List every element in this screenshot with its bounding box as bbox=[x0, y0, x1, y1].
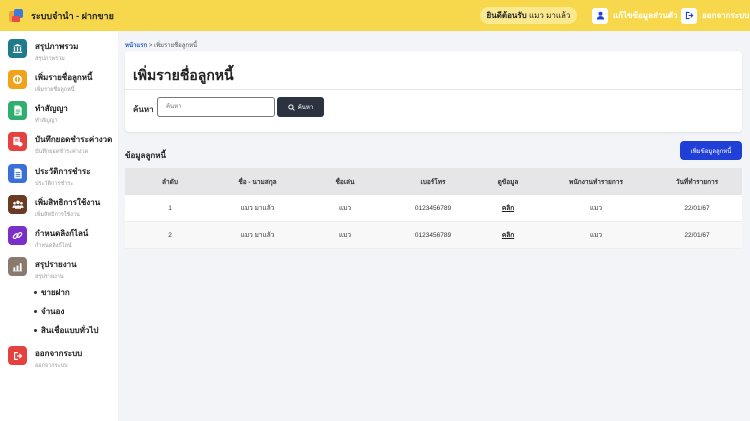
sidebar-item-payment-history[interactable]: ประวัติการชำระ ประวัติการชำระ bbox=[8, 164, 91, 188]
column-header: ลำดับ bbox=[162, 178, 178, 186]
sidebar-item-sublabel: สรุปภาพรวม bbox=[35, 56, 65, 62]
search-input[interactable] bbox=[157, 97, 275, 117]
search-icon bbox=[288, 103, 295, 111]
sidebar-item-sublabel: เพิ่มรายชื่อลูกหนี้ bbox=[35, 87, 75, 93]
table-cell: 0123456789 bbox=[414, 204, 452, 212]
sidebar-item-line-link[interactable]: กำหนดลิงก์ไลน์ กำหนดลิงก์ไลน์ bbox=[8, 226, 88, 250]
sidebar-subitem-general-loan[interactable]: สินเชื่อแบบทั่วไป bbox=[34, 324, 99, 337]
column-header: เบอร์โทร bbox=[420, 178, 446, 186]
sidebar-item-label: ทำสัญญา bbox=[35, 104, 68, 113]
sidebar-item-sublabel: กำหนดลิงก์ไลน์ bbox=[35, 243, 72, 249]
welcome-badge: ยินดีต้อนรับ แมว มาแล้ว bbox=[480, 7, 577, 24]
sidebar-item-contract[interactable]: ทำสัญญา ทำสัญญา bbox=[8, 101, 68, 125]
table-cell: คลิก bbox=[476, 230, 540, 240]
view-details-link[interactable]: คลิก bbox=[502, 205, 514, 212]
breadcrumb: หน้าแรก > เพิ่มรายชื่อลูกหนี้ bbox=[125, 40, 197, 50]
welcome-user: แมว มาแล้ว bbox=[528, 11, 571, 20]
search-label: ค้นหา bbox=[133, 105, 154, 114]
table-header: ลำดับ ชื่อ - นามสกุล ชื่อเล่น เบอร์โทร ด… bbox=[125, 168, 742, 195]
history-icon bbox=[8, 164, 27, 183]
edit-profile-button[interactable]: แก้ไขข้อมูลส่วนตัว bbox=[592, 7, 677, 24]
document-icon bbox=[8, 101, 27, 120]
welcome-prefix: ยินดีต้อนรับ bbox=[486, 11, 527, 20]
sidebar-item-report[interactable]: สรุปรายงาน สรุปรายงาน bbox=[8, 257, 77, 281]
sidebar-item-sublabel: ทำสัญญา bbox=[35, 118, 58, 124]
column-header: พนักงานทำรายการ bbox=[569, 178, 623, 186]
logout-icon bbox=[8, 346, 27, 365]
logout-icon bbox=[681, 7, 697, 24]
sidebar-item-sublabel: เพิ่มสิทธิการใช้งาน bbox=[35, 212, 80, 218]
edit-profile-label: แก้ไขข้อมูลส่วนตัว bbox=[613, 11, 678, 20]
sidebar-item-label: บันทึกยอดชำระค่างวด bbox=[35, 135, 113, 144]
column-header: วันที่ทำรายการ bbox=[675, 178, 719, 186]
breadcrumb-separator: > bbox=[148, 43, 153, 49]
table-cell: แมว bbox=[338, 232, 352, 239]
logout-top-label: ออกจากระบบ bbox=[702, 11, 750, 20]
app-title: ระบบจำนำ - ฝากขาย bbox=[31, 10, 114, 21]
logout-top-button[interactable]: ออกจากระบบ bbox=[681, 7, 749, 24]
sidebar-item-label: ออกจากระบบ bbox=[35, 349, 83, 358]
section-title: ข้อมูลลูกหนี้ bbox=[125, 151, 166, 160]
sidebar-item-overview[interactable]: สรุปภาพรวม สรุปภาพรวม bbox=[8, 39, 78, 63]
coin-icon bbox=[8, 70, 27, 89]
sidebar-item-sublabel: ออกจากระบบ bbox=[35, 363, 68, 369]
column-header: ชื่อ - นามสกุล bbox=[238, 178, 277, 186]
table-cell: 0123456789 bbox=[414, 231, 452, 239]
breadcrumb-home-link[interactable]: หน้าแรก bbox=[125, 43, 147, 49]
table-cell: 22/01/67 bbox=[684, 204, 710, 212]
table-cell: 2 bbox=[168, 231, 172, 239]
sidebar-item-logout[interactable]: ออกจากระบบ ออกจากระบบ bbox=[8, 346, 82, 370]
column-header: ชื่อเล่น bbox=[335, 178, 355, 186]
sidebar-item-sublabel: บันทึกยอดชำระค่างวด bbox=[35, 149, 89, 155]
sidebar-item-label: ประวัติการชำระ bbox=[35, 167, 91, 176]
user-icon bbox=[592, 7, 608, 24]
sidebar-item-label: สรุปรายงาน bbox=[35, 260, 77, 269]
divider bbox=[125, 89, 742, 90]
sidebar-subitem-consignment[interactable]: ขายฝาก bbox=[34, 286, 70, 299]
table-cell: แมว bbox=[589, 232, 603, 239]
payment-icon bbox=[8, 132, 27, 151]
chart-icon bbox=[8, 257, 27, 276]
view-details-link[interactable]: คลิก bbox=[502, 232, 514, 239]
users-icon bbox=[8, 195, 27, 214]
add-debtor-button[interactable]: เพิ่มข้อมูลลูกหนี้ bbox=[680, 141, 742, 160]
column-header: ดูข้อมูล bbox=[497, 178, 519, 186]
table-cell: แมว มาแล้ว bbox=[240, 205, 275, 212]
sidebar-item-record-payment[interactable]: บันทึกยอดชำระค่างวด บันทึกยอดชำระค่างวด bbox=[8, 132, 112, 156]
sidebar-item-label: กำหนดลิงก์ไลน์ bbox=[35, 229, 89, 238]
table-row: 2 แมว มาแล้ว แมว 0123456789 คลิก แมว 22/… bbox=[125, 222, 742, 249]
table-cell: แมว bbox=[589, 205, 603, 212]
page-title: เพิ่มรายชื่อลูกหนี้ bbox=[133, 67, 234, 83]
sidebar: สรุปภาพรวม สรุปภาพรวม เพิ่มรายชื่อลูกหนี้… bbox=[0, 31, 118, 421]
sidebar-item-sublabel: ประวัติการชำระ bbox=[35, 181, 74, 187]
search-card: เพิ่มรายชื่อลูกหนี้ ค้นหา ค้นหา bbox=[125, 51, 742, 132]
search-button[interactable]: ค้นหา bbox=[277, 97, 324, 117]
sidebar-item-permissions[interactable]: เพิ่มสิทธิการใช้งาน เพิ่มสิทธิการใช้งาน bbox=[8, 195, 100, 219]
sidebar-item-label: เพิ่มสิทธิการใช้งาน bbox=[35, 198, 101, 207]
search-button-label: ค้นหา bbox=[297, 105, 314, 111]
table-row: 1 แมว มาแล้ว แมว 0123456789 คลิก แมว 22/… bbox=[125, 195, 742, 222]
table-cell: 1 bbox=[168, 204, 172, 212]
sidebar-item-add-debtor[interactable]: เพิ่มรายชื่อลูกหนี้ เพิ่มรายชื่อลูกหนี้ bbox=[8, 70, 92, 94]
table-cell: แมว มาแล้ว bbox=[240, 232, 275, 239]
debtor-table: ลำดับ ชื่อ - นามสกุล ชื่อเล่น เบอร์โทร ด… bbox=[125, 168, 742, 249]
app-logo-icon bbox=[9, 8, 23, 23]
sidebar-item-label: สรุปภาพรวม bbox=[35, 42, 79, 51]
sidebar-item-sublabel: สรุปรายงาน bbox=[35, 274, 64, 280]
bank-icon bbox=[8, 39, 27, 58]
table-cell: คลิก bbox=[476, 203, 540, 213]
link-icon bbox=[8, 226, 27, 245]
table-cell: 22/01/67 bbox=[684, 231, 710, 239]
table-cell: แมว bbox=[338, 205, 352, 212]
sidebar-subitem-mortgage[interactable]: จำนอง bbox=[34, 305, 64, 318]
sidebar-item-label: เพิ่มรายชื่อลูกหนี้ bbox=[35, 73, 93, 82]
breadcrumb-current: เพิ่มรายชื่อลูกหนี้ bbox=[154, 43, 198, 49]
